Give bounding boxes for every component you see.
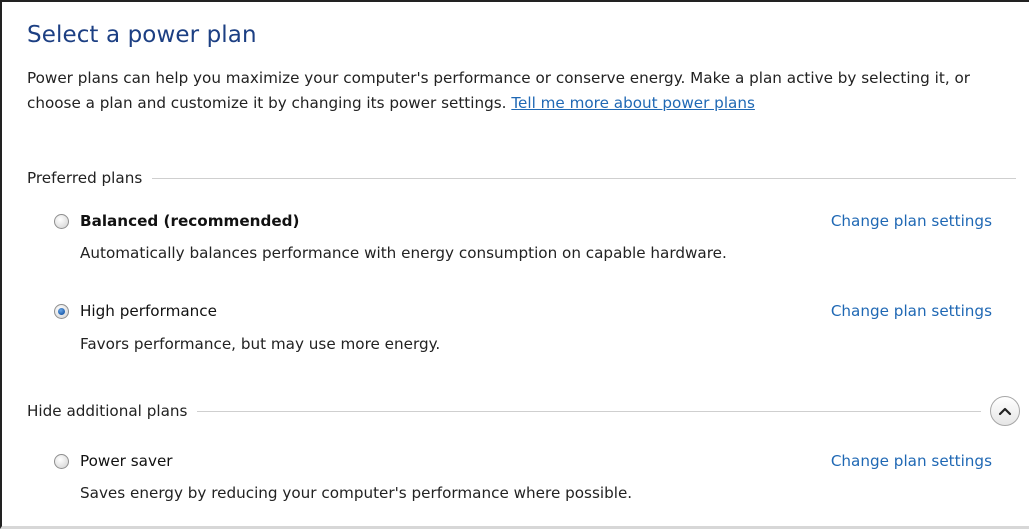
- additional-plans-header: Hide additional plans: [27, 399, 981, 423]
- section-divider: [197, 410, 981, 412]
- preferred-plans-header: Preferred plans: [27, 166, 1016, 190]
- intro-text: Power plans can help you maximize your c…: [27, 69, 971, 112]
- plan-radio-power-saver[interactable]: [54, 453, 69, 469]
- plan-power-saver[interactable]: Power saver Change plan settings: [54, 449, 992, 473]
- plan-balanced[interactable]: Balanced (recommended) Change plan setti…: [54, 209, 992, 233]
- hide-additional-plans-button[interactable]: [990, 396, 1020, 426]
- radio-selected-dot: [58, 307, 65, 315]
- plan-name-power-saver: Power saver: [80, 452, 173, 470]
- chevron-up-icon: [998, 407, 1012, 416]
- preferred-plans-label: Preferred plans: [27, 169, 143, 187]
- change-plan-settings-link-high-performance[interactable]: Change plan settings: [831, 302, 992, 320]
- page-title: Select a power plan: [27, 22, 257, 48]
- plan-high-performance[interactable]: High performance Change plan settings: [54, 299, 992, 323]
- plan-description-power-saver: Saves energy by reducing your computer's…: [80, 484, 633, 502]
- change-plan-settings-link-balanced[interactable]: Change plan settings: [831, 212, 992, 230]
- plan-name-balanced: Balanced (recommended): [80, 212, 300, 230]
- plan-radio-balanced[interactable]: [54, 213, 69, 229]
- plan-radio-high-performance[interactable]: [54, 303, 69, 319]
- plan-description-balanced: Automatically balances performance with …: [80, 244, 727, 262]
- plan-description-high-performance: Favors performance, but may use more ene…: [80, 335, 441, 353]
- section-divider: [152, 177, 1016, 179]
- power-options-panel: Select a power plan Power plans can help…: [0, 0, 1029, 529]
- tell-me-more-link[interactable]: Tell me more about power plans: [511, 94, 755, 112]
- plan-name-high-performance: High performance: [80, 302, 217, 320]
- intro-paragraph: Power plans can help you maximize your c…: [27, 66, 992, 116]
- hide-additional-plans-label: Hide additional plans: [27, 402, 188, 420]
- change-plan-settings-link-power-saver[interactable]: Change plan settings: [831, 452, 992, 470]
